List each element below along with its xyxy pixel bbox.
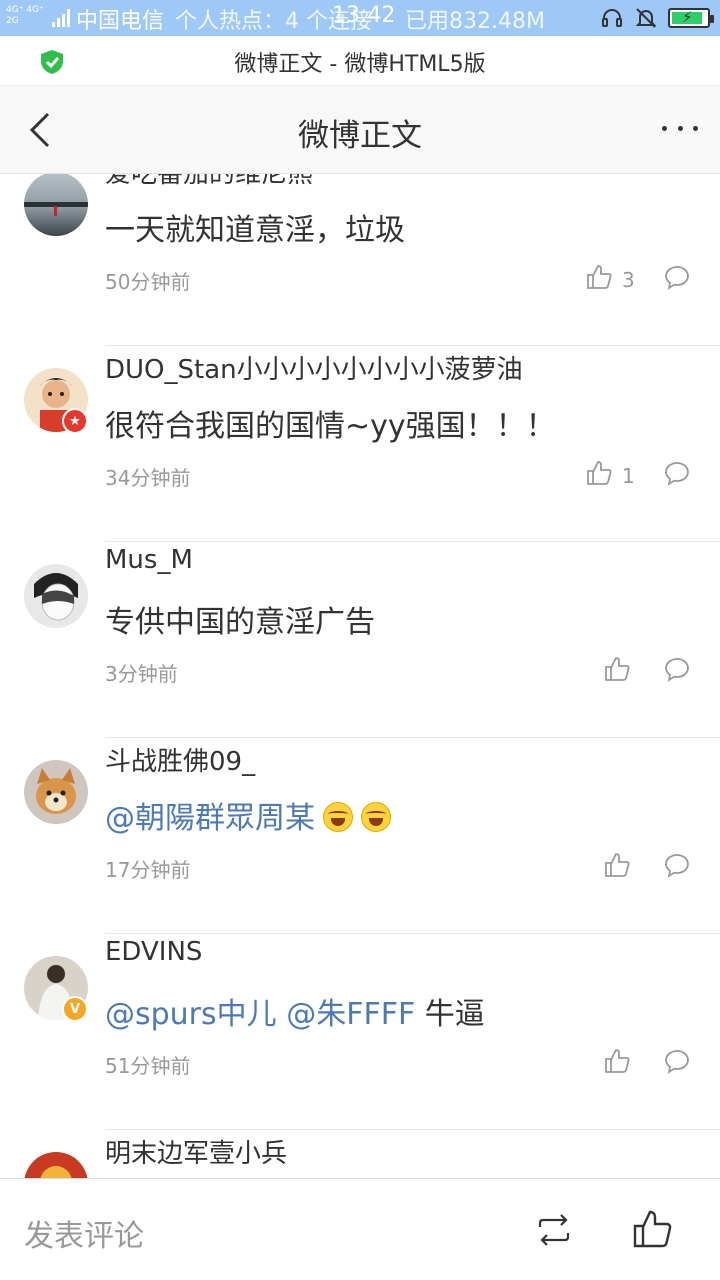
clock: 13:42 bbox=[332, 3, 396, 28]
comment-time: 34分钟前 bbox=[105, 466, 191, 490]
laugh-cry-emoji-icon bbox=[323, 802, 353, 832]
comment-time: 50分钟前 bbox=[105, 270, 191, 294]
comment-item: 斗战胜佛09_ @朝陽群眾周某 17分钟前 bbox=[0, 738, 720, 934]
comment-text: @朝陽群眾周某 bbox=[105, 793, 391, 837]
signal-icon bbox=[52, 9, 70, 27]
reply-icon[interactable] bbox=[664, 1048, 690, 1074]
comment-text: 专供中国的意淫广告 bbox=[105, 605, 375, 640]
comment-username[interactable]: EDVINS bbox=[105, 937, 202, 967]
avatar[interactable] bbox=[24, 760, 88, 824]
comment-item: 爱吃番茄的维尼熊 一天就知道意淫，垃圾 50分钟前 3 bbox=[0, 174, 720, 346]
like-icon[interactable] bbox=[604, 656, 630, 682]
reply-icon[interactable] bbox=[664, 656, 690, 682]
comment-text-tail: 牛逼 bbox=[415, 997, 485, 1032]
avatar[interactable] bbox=[24, 1152, 88, 1178]
reply-icon[interactable] bbox=[664, 460, 690, 486]
bottom-action-bar: 发表评论 bbox=[0, 1178, 720, 1280]
verified-badge-icon: ★ bbox=[62, 408, 88, 434]
network-indicator: 4G⁺ 4G⁺ 2G bbox=[6, 5, 44, 26]
comment-item: Mus_M 专供中国的意淫广告 3分钟前 bbox=[0, 542, 720, 738]
headset-icon bbox=[602, 9, 622, 27]
more-options-icon[interactable] bbox=[662, 116, 698, 140]
comment-time: 17分钟前 bbox=[105, 858, 191, 882]
mention-link[interactable]: @朝陽群眾周某 bbox=[105, 801, 315, 836]
reply-icon[interactable] bbox=[664, 852, 690, 878]
carrier-name: 中国电信 bbox=[76, 9, 165, 34]
memory-usage: 已用832.48M bbox=[405, 9, 545, 34]
mention-link[interactable]: @朱FFFF bbox=[286, 997, 415, 1032]
mention-link[interactable]: @spurs中儿 bbox=[105, 997, 277, 1032]
comment-username[interactable]: Mus_M bbox=[105, 545, 193, 575]
battery-icon: ⚡ bbox=[668, 8, 714, 28]
comment-item: V EDVINS @spurs中儿 @朱FFFF 牛逼 51分钟前 bbox=[0, 934, 720, 1130]
comment-time: 3分钟前 bbox=[105, 662, 178, 686]
like-icon[interactable] bbox=[604, 852, 630, 878]
like-icon[interactable] bbox=[586, 264, 612, 290]
comment-text: 一天就知道意淫，垃圾 bbox=[105, 213, 405, 248]
status-icons: ⚡ bbox=[600, 6, 714, 30]
comment-username[interactable]: 明末边军壹小兵 bbox=[105, 1133, 287, 1170]
comment-username[interactable]: 斗战胜佛09_ bbox=[105, 741, 255, 778]
avatar[interactable] bbox=[24, 174, 88, 236]
repost-icon[interactable] bbox=[534, 1213, 574, 1247]
mute-bell-icon bbox=[635, 8, 657, 28]
like-icon[interactable] bbox=[586, 460, 612, 486]
like-count: 3 bbox=[622, 268, 635, 292]
comment-text: 很符合我国的国情~yy强国！！！ bbox=[105, 409, 556, 444]
comment-item: ★ DUO_Stan小小小小小小小小菠萝油 很符合我国的国情~yy强国！！！ 3… bbox=[0, 346, 720, 542]
verified-badge-icon: V bbox=[62, 996, 88, 1022]
status-bar: 4G⁺ 4G⁺ 2G 中国电信 个人热点：4 个连接 13:42 已用832.4… bbox=[0, 0, 720, 36]
like-post-icon[interactable] bbox=[632, 1209, 672, 1249]
like-count: 1 bbox=[622, 464, 635, 488]
page-title: 微博正文 bbox=[298, 118, 422, 154]
laugh-cry-emoji-icon bbox=[361, 802, 391, 832]
comment-item: 明末边军壹小兵 bbox=[0, 1130, 720, 1178]
page-url-title: 微博正文 - 微博HTML5版 bbox=[234, 52, 486, 77]
comment-username[interactable]: 爱吃番茄的维尼熊 bbox=[105, 174, 313, 190]
comment-input[interactable]: 发表评论 bbox=[24, 1211, 144, 1255]
comment-time: 51分钟前 bbox=[105, 1054, 191, 1078]
url-bar: 微博正文 - 微博HTML5版 bbox=[0, 36, 720, 86]
nav-bar: 微博正文 bbox=[0, 86, 720, 174]
like-icon[interactable] bbox=[604, 1048, 630, 1074]
comment-username[interactable]: DUO_Stan小小小小小小小小菠萝油 bbox=[105, 349, 523, 386]
comment-text: @spurs中儿 @朱FFFF 牛逼 bbox=[105, 989, 485, 1033]
avatar[interactable] bbox=[24, 564, 88, 628]
reply-icon[interactable] bbox=[664, 264, 690, 290]
comment-list[interactable]: 爱吃番茄的维尼熊 一天就知道意淫，垃圾 50分钟前 3 ★ DUO_Stan小小… bbox=[0, 174, 720, 1178]
